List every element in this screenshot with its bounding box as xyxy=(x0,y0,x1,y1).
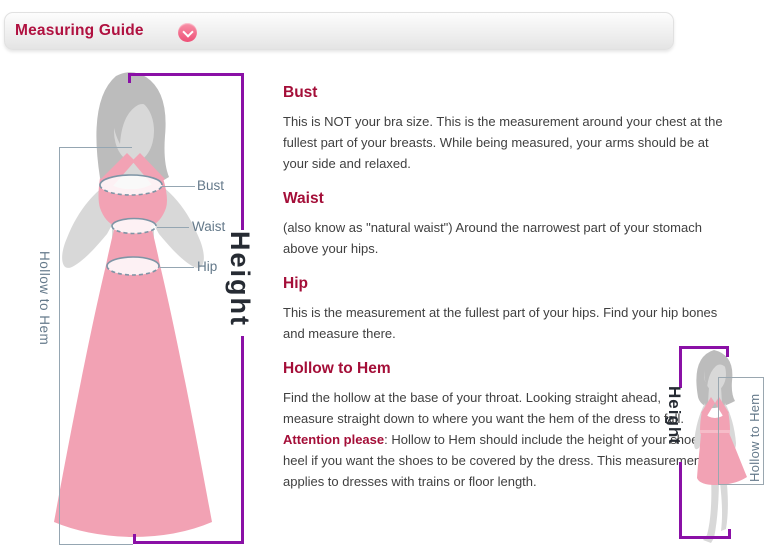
section-waist: Waist (also know as "natural waist") Aro… xyxy=(283,190,725,259)
hip-connector-line xyxy=(160,267,194,268)
hip-section-body: This is the measurement at the fullest p… xyxy=(283,302,725,344)
section-bust: Bust This is NOT your bra size. This is … xyxy=(283,84,725,174)
bust-section-title: Bust xyxy=(283,84,725,102)
small-height-bracket-vertical-lower xyxy=(679,462,682,539)
hollow-to-hem-label-small: Hollow to Hem xyxy=(747,380,762,482)
hollow-bracket-vertical xyxy=(59,147,60,545)
hollow-section-title: Hollow to Hem xyxy=(283,360,725,378)
bust-section-body: This is NOT your bra size. This is the m… xyxy=(283,111,725,174)
waist-section-title: Waist xyxy=(283,190,725,208)
hollow-section-body: Find the hollow at the base of your thro… xyxy=(283,387,707,492)
hollow-to-hem-label-main: Hollow to Hem xyxy=(37,251,52,391)
attention-label: Attention please xyxy=(283,432,384,447)
section-hip: Hip This is the measurement at the fulle… xyxy=(283,275,725,344)
height-bracket-vertical-upper xyxy=(241,73,244,230)
hollow-bracket-top xyxy=(59,147,132,148)
page-title: Measuring Guide xyxy=(15,13,144,49)
height-bracket-top xyxy=(128,73,244,76)
height-bracket-bottom xyxy=(133,541,244,544)
hip-figure-label: Hip xyxy=(197,259,217,274)
bust-connector-line xyxy=(162,186,195,187)
small-height-bracket-bottom xyxy=(679,536,731,539)
small-height-bracket-vertical-upper xyxy=(679,346,682,388)
small-height-bracket-top xyxy=(679,346,729,349)
measure-definitions: Bust This is NOT your bra size. This is … xyxy=(283,84,725,492)
hollow-bracket-bottom xyxy=(59,544,133,545)
height-label-small: Height xyxy=(664,386,684,462)
height-label-main: Height xyxy=(224,231,255,335)
chevron-down-icon[interactable] xyxy=(178,23,197,42)
section-hollow-to-hem: Hollow to Hem Find the hollow at the bas… xyxy=(283,360,725,492)
measuring-guide-header[interactable]: Measuring Guide xyxy=(4,12,674,50)
height-bracket-bottom-tick xyxy=(133,534,136,544)
small-height-bracket-top-tick xyxy=(726,346,729,357)
hip-section-title: Hip xyxy=(283,275,725,293)
height-bracket-top-tick xyxy=(128,73,131,83)
waist-figure-label: Waist xyxy=(192,219,225,234)
bust-figure-label: Bust xyxy=(197,178,224,193)
height-bracket-vertical-lower xyxy=(241,336,244,544)
small-height-bracket-bottom-tick xyxy=(728,529,731,539)
waist-section-body: (also know as "natural waist") Around th… xyxy=(283,217,725,259)
waist-connector-line xyxy=(157,227,189,228)
small-hollow-to-hem-box: Hollow to Hem xyxy=(718,377,764,485)
